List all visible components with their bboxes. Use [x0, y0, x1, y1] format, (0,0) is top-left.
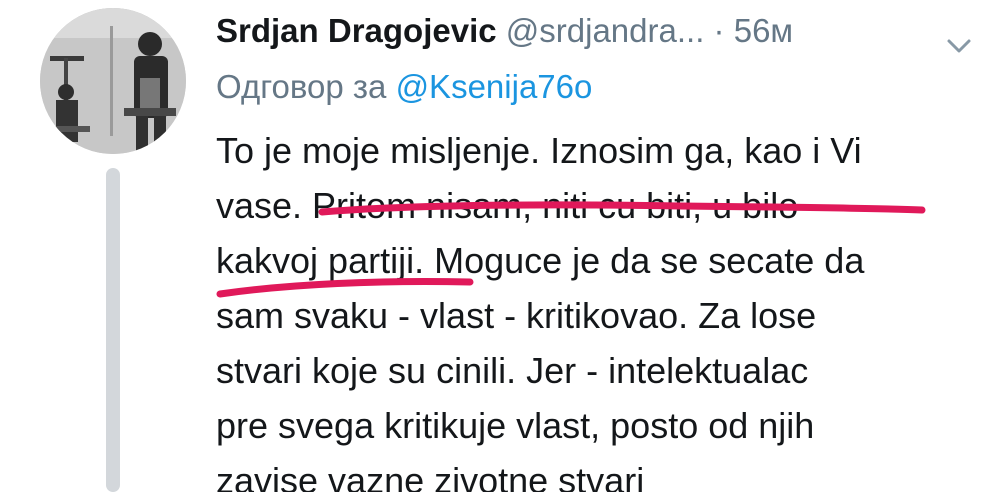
avatar[interactable]	[40, 8, 186, 154]
tweet-text-line: vase. Pritom nisam, niti cu biti, u bilo	[216, 185, 799, 226]
author-handle[interactable]: @srdjandra...	[506, 12, 705, 49]
tweet-text: To je moje misljenje. Iznosim ga, kao i …	[216, 123, 986, 492]
tweet-text-line: To je moje misljenje. Iznosim ga, kao i …	[216, 130, 862, 171]
tweet-header: Srdjan Dragojevic @srdjandra... · 56м	[216, 6, 986, 56]
tweet-text-line: zavise vazne zivotne stvari	[216, 460, 645, 492]
reply-handle-link[interactable]: @Ksenija76o	[396, 68, 593, 105]
tweet-text-line: kakvoj partiji. Moguce je da se secate d…	[216, 240, 865, 281]
reply-context: Одговор за @Ksenija76o	[216, 62, 592, 112]
chevron-down-icon[interactable]	[946, 20, 972, 53]
thread-line	[106, 168, 120, 492]
reply-prefix: Одговор за	[216, 68, 387, 105]
tweet-text-line: stvari koje su cinili. Jer - intelektual…	[216, 350, 809, 391]
separator-dot: ·	[713, 12, 725, 49]
tweet: Srdjan Dragojevic @srdjandra... · 56м Од…	[0, 0, 1000, 492]
timestamp[interactable]: 56м	[734, 12, 793, 49]
avatar-photo-icon	[40, 8, 186, 154]
tweet-text-line: sam svaku - vlast - kritikovao. Za lose	[216, 295, 817, 336]
author-name[interactable]: Srdjan Dragojevic	[216, 12, 497, 49]
tweet-text-line: pre svega kritikuje vlast, posto od njih	[216, 405, 815, 446]
